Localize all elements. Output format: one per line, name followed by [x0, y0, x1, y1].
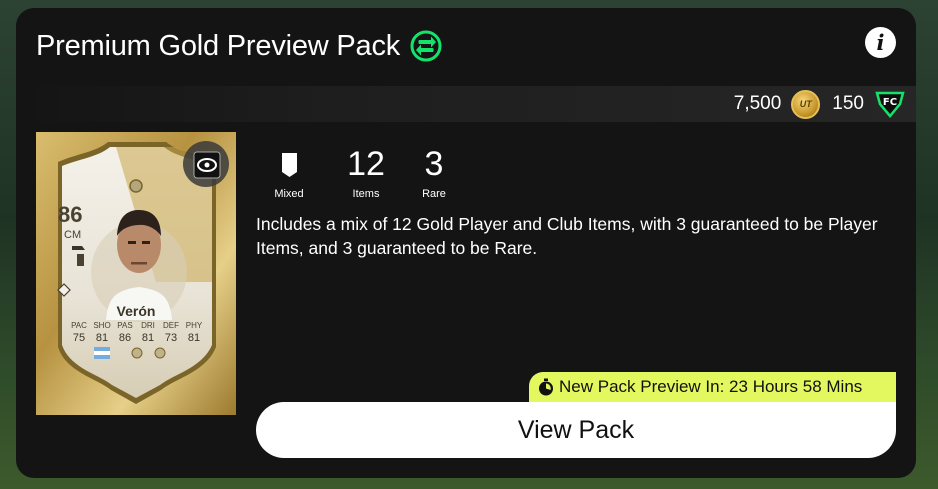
view-pack-button[interactable]: View Pack — [256, 402, 896, 458]
fc-points-icon: FC — [875, 91, 905, 118]
card-stat-label-sho: SHO — [93, 321, 110, 330]
argentina-flag-icon — [94, 347, 110, 359]
card-stat-value-pas: 86 — [119, 332, 131, 344]
stat-items: 12 Items — [340, 144, 392, 201]
fc-points-label: FC — [883, 97, 897, 108]
card-player-name: Verón — [117, 303, 156, 319]
stat-items-value: 12 — [347, 144, 385, 183]
stopwatch-icon — [539, 378, 553, 396]
card-stat-value-def: 73 — [165, 332, 177, 344]
card-stat-label-phy: PHY — [186, 321, 203, 330]
stat-items-label: Items — [352, 188, 380, 200]
stat-mixed-label: Mixed — [274, 188, 304, 200]
preview-eye-icon — [183, 141, 229, 187]
stat-rare-label: Rare — [422, 188, 446, 200]
points-balance: 150 — [832, 93, 864, 114]
card-stat-label-def: DEF — [163, 321, 179, 330]
card-stat-label-dri: DRI — [141, 321, 155, 330]
pack-panel: Premium Gold Preview Pack i 7,500 UT 150… — [16, 8, 916, 478]
coin-icon-label: UT — [799, 99, 812, 109]
stat-mixed: Mixed — [264, 144, 314, 200]
player-card[interactable]: 86 CM Verón PAC SHO PAS DRI DEF PHY 75 81 86 81 7… — [36, 132, 236, 415]
card-stat-label-pas: PAS — [117, 321, 132, 330]
stat-rare-value: 3 — [424, 144, 444, 183]
info-icon-glyph: i — [876, 30, 885, 55]
card-rating: 86 — [58, 202, 82, 227]
card-stat-value-sho: 81 — [96, 332, 108, 344]
preview-timer-badge: New Pack Preview In: 23 Hours 58 Mins — [529, 372, 896, 402]
preview-timer-text: New Pack Preview In: 23 Hours 58 Mins — [559, 377, 863, 396]
currency-bar: 7,500 UT 150 FC — [16, 86, 916, 122]
player-card-art: 86 CM Verón PAC SHO PAS DRI DEF PHY 75 81 86 81 7… — [36, 132, 236, 415]
info-icon[interactable]: i — [865, 27, 896, 58]
pack-stats: Mixed 12 Items 3 Rare — [264, 144, 454, 201]
card-stat-value-dri: 81 — [142, 332, 154, 344]
card-stat-value-phy: 81 — [188, 332, 200, 344]
pack-header: Premium Gold Preview Pack — [36, 28, 442, 64]
card-stat-label-pac: PAC — [71, 321, 87, 330]
pack-title: Premium Gold Preview Pack — [36, 29, 401, 62]
stat-rare: 3 Rare — [414, 144, 454, 201]
coin-icon: UT — [791, 89, 821, 119]
card-position: CM — [64, 229, 81, 241]
coin-balance: 7,500 — [733, 93, 782, 114]
swap-arrows-icon — [410, 30, 442, 62]
card-icon — [281, 152, 297, 177]
card-stat-value-pac: 75 — [73, 332, 85, 344]
pack-description: Includes a mix of 12 Gold Player and Clu… — [256, 214, 878, 258]
